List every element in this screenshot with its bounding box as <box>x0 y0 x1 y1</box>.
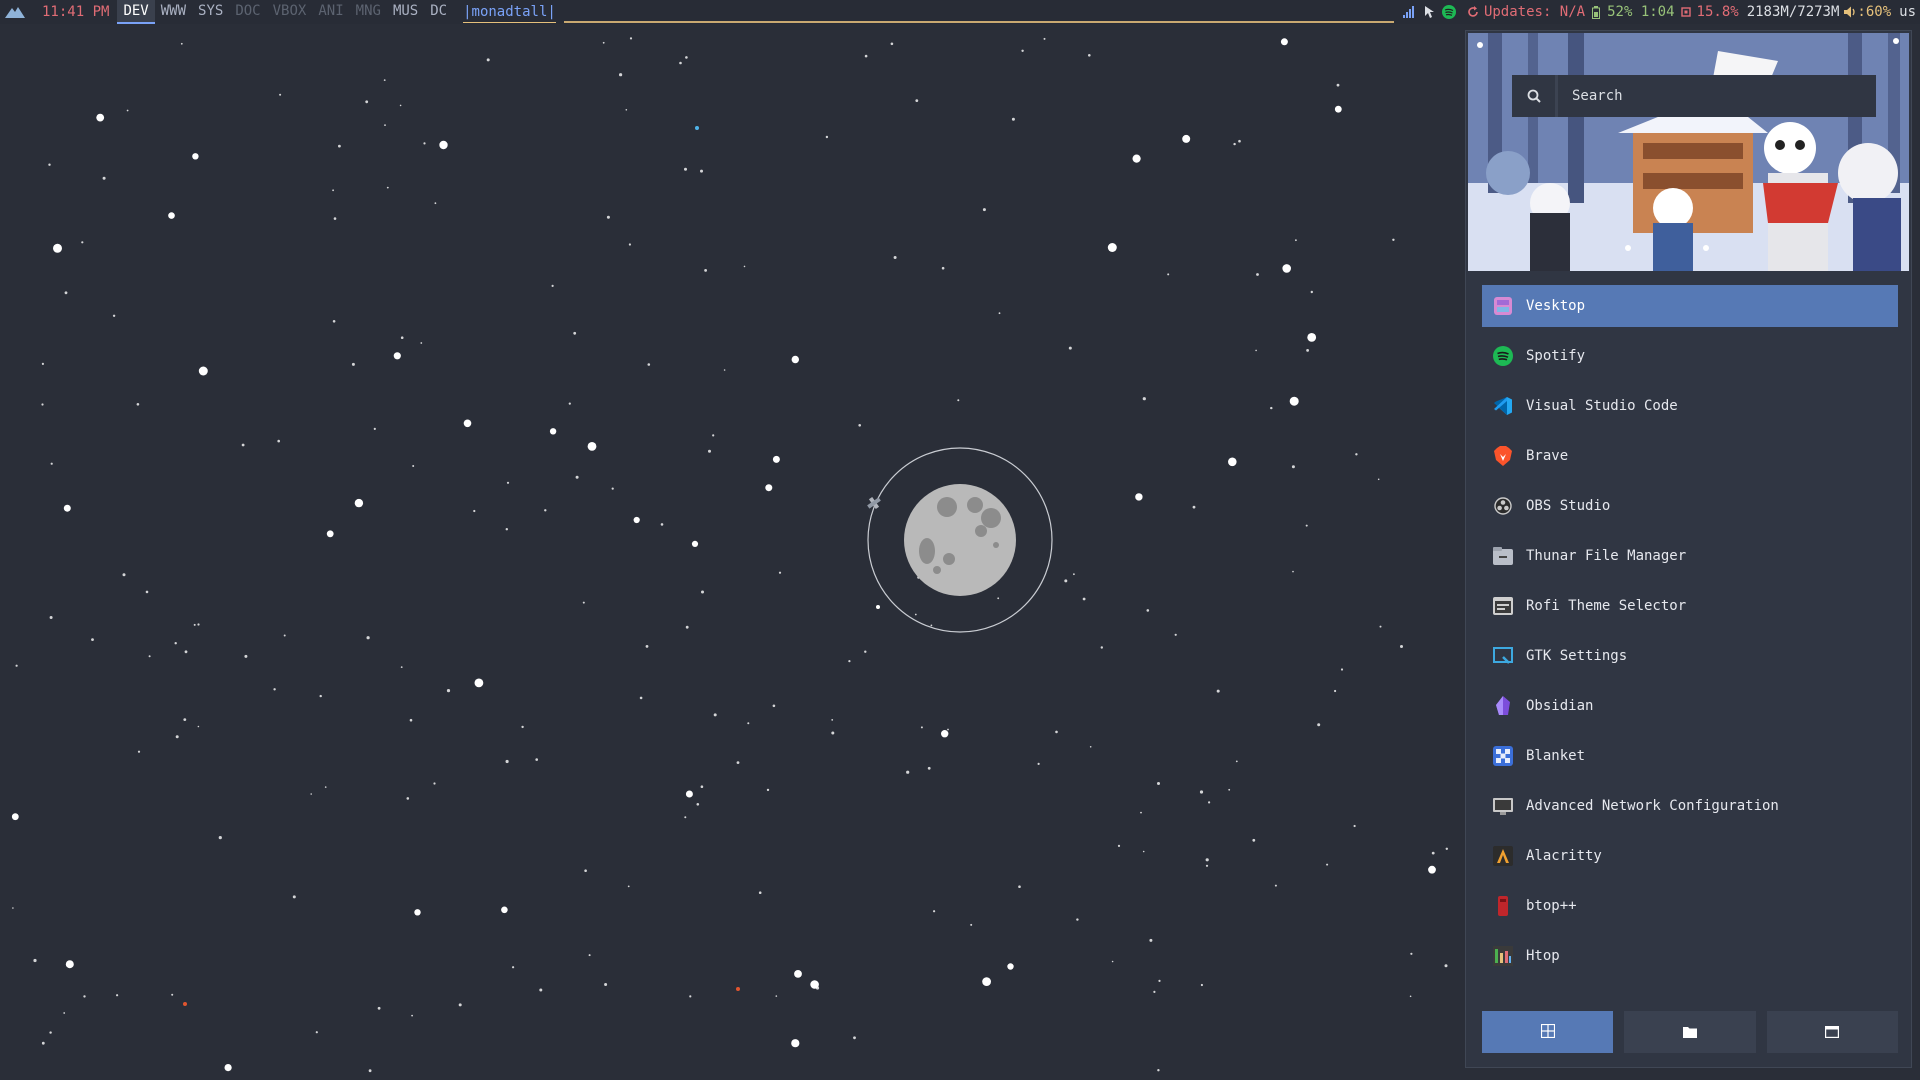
battery-icon <box>1589 5 1603 19</box>
blanket-icon <box>1492 745 1514 767</box>
mode-windows-button[interactable] <box>1766 1011 1898 1053</box>
app-label: Thunar File Manager <box>1526 548 1687 564</box>
volume-icon[interactable] <box>1843 5 1857 19</box>
alacritty-icon <box>1492 845 1514 867</box>
thunar-icon <box>1492 545 1514 567</box>
app-item-alacritty[interactable]: Alacritty <box>1482 835 1898 877</box>
mouse-tray-icon[interactable] <box>1422 5 1436 19</box>
workspace-vbox[interactable]: VBOX <box>267 0 313 24</box>
htop-icon <box>1492 945 1514 967</box>
vesktop-icon <box>1492 295 1514 317</box>
network-icon <box>1492 795 1514 817</box>
obsidian-icon <box>1492 695 1514 717</box>
app-label: Obsidian <box>1526 698 1594 714</box>
window-title-underline <box>563 21 1394 23</box>
apps-grid-icon <box>1540 1023 1555 1042</box>
workspace-sys[interactable]: SYS <box>192 0 229 24</box>
workspace-dev[interactable]: DEV <box>117 0 156 24</box>
app-label: Brave <box>1526 448 1569 464</box>
rofi-icon <box>1492 595 1514 617</box>
app-item-gtk-settings[interactable]: GTK Settings <box>1482 635 1898 677</box>
vscode-icon <box>1492 395 1514 417</box>
app-item-rofi-theme-selector[interactable]: Rofi Theme Selector <box>1482 585 1898 627</box>
app-label: btop++ <box>1526 898 1577 914</box>
window-icon <box>1825 1023 1840 1042</box>
cpu-icon <box>1679 5 1693 19</box>
layout-indicator[interactable]: |monadtall| <box>463 2 556 23</box>
search-input[interactable] <box>1558 74 1876 118</box>
app-label: Htop <box>1526 948 1560 964</box>
app-item-spotify[interactable]: Spotify <box>1482 335 1898 377</box>
spotify-icon <box>1492 345 1514 367</box>
top-bar: 11:41 PM DEV WWW SYS DOC VBOX ANI MNG MU… <box>0 0 1920 24</box>
app-label: Blanket <box>1526 748 1586 764</box>
spotify-tray-icon[interactable] <box>1441 5 1456 19</box>
memory-usage: 2183M/7273M <box>1746 4 1840 20</box>
btop-icon <box>1492 895 1514 917</box>
search-bar <box>1512 74 1876 118</box>
app-label: Visual Studio Code <box>1526 398 1678 414</box>
wallpaper-starfield <box>11 37 1449 1073</box>
keyboard-layout[interactable]: us <box>1899 4 1916 20</box>
app-item-blanket[interactable]: Blanket <box>1482 735 1898 777</box>
volume-level[interactable]: :60% <box>1857 4 1891 20</box>
cpu-usage: 15.8% <box>1696 4 1739 20</box>
app-label: Alacritty <box>1526 848 1602 864</box>
app-label: GTK Settings <box>1526 648 1628 664</box>
app-label: Advanced Network Configuration <box>1526 798 1779 814</box>
system-tray <box>1402 5 1456 19</box>
refresh-icon <box>1466 5 1480 19</box>
folder-icon <box>1682 1023 1697 1042</box>
app-item-obs[interactable]: OBS Studio <box>1482 485 1898 527</box>
search-icon <box>1512 75 1558 117</box>
app-item-btop[interactable]: btop++ <box>1482 885 1898 927</box>
brave-icon <box>1492 445 1514 467</box>
workspace-ani[interactable]: ANI <box>312 0 349 24</box>
app-item-htop[interactable]: Htop <box>1482 935 1898 977</box>
app-label: Rofi Theme Selector <box>1526 598 1687 614</box>
app-item-vesktop[interactable]: Vesktop <box>1482 285 1898 327</box>
app-item-advanced-network-configuration[interactable]: Advanced Network Configuration <box>1482 785 1898 827</box>
clock: 11:41 PM <box>42 4 110 20</box>
network-signal-icon[interactable] <box>1402 5 1416 19</box>
battery-status: 52% 1:04 <box>1607 4 1675 20</box>
app-label: Vesktop <box>1526 298 1586 314</box>
launcher-banner-image <box>1468 33 1909 271</box>
app-item-obsidian[interactable]: Obsidian <box>1482 685 1898 727</box>
workspace-mus[interactable]: MUS <box>387 0 424 24</box>
obs-icon <box>1492 495 1514 517</box>
launcher-mode-switcher <box>1482 1011 1898 1053</box>
app-list: Vesktop Spotify Visual Studio Code Brave… <box>1482 285 1898 985</box>
app-launcher: Vesktop Spotify Visual Studio Code Brave… <box>1465 30 1912 1068</box>
app-item-brave[interactable]: Brave <box>1482 435 1898 477</box>
app-item-thunar[interactable]: Thunar File Manager <box>1482 535 1898 577</box>
app-item-vscode[interactable]: Visual Studio Code <box>1482 385 1898 427</box>
workspace-doc[interactable]: DOC <box>229 0 266 24</box>
updates-status[interactable]: Updates: N/A <box>1484 4 1585 20</box>
app-label: OBS Studio <box>1526 498 1611 514</box>
workspace-list: DEV WWW SYS DOC VBOX ANI MNG MUS DC <box>117 0 453 24</box>
workspace-www[interactable]: WWW <box>155 0 192 24</box>
mode-apps-button[interactable] <box>1482 1011 1614 1053</box>
app-label: Spotify <box>1526 348 1586 364</box>
mode-files-button[interactable] <box>1624 1011 1756 1053</box>
gtk-settings-icon <box>1492 645 1514 667</box>
workspace-mng[interactable]: MNG <box>350 0 387 24</box>
moon-wallpaper-graphic <box>867 447 1053 633</box>
workspace-dc[interactable]: DC <box>424 0 453 24</box>
distro-logo-icon[interactable] <box>0 0 30 24</box>
